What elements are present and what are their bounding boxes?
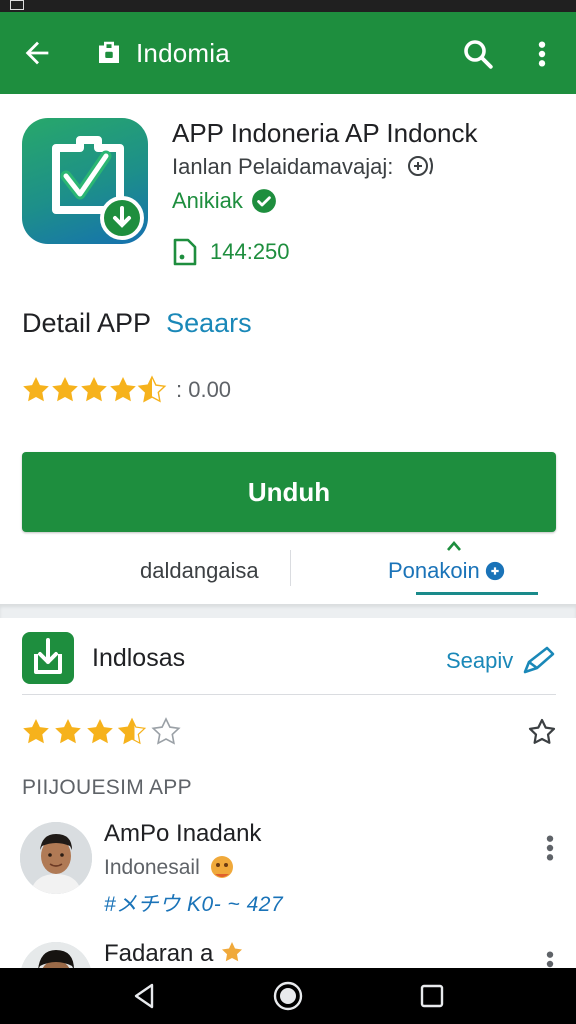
- review-meta: #メチウ K0- ~ 427: [104, 893, 284, 916]
- store-icon: [99, 41, 119, 63]
- detail-link[interactable]: Seaars: [166, 308, 252, 338]
- reviews-section: Indlosas Seapiv PIIJOUESIM APP AmPo Inad…: [0, 618, 576, 978]
- badge-icon: [222, 942, 243, 962]
- tab-badge-icon: [485, 561, 504, 581]
- more-vert-icon[interactable]: [540, 832, 560, 864]
- app-details-card: APP Indoneria AP Indonck Ianlan Pelaidam…: [0, 94, 576, 604]
- rate-stars-icon: [23, 717, 181, 745]
- rating-stars-icon: [23, 375, 167, 403]
- rating-value: : 0.00: [176, 377, 232, 402]
- section-icon: [22, 632, 74, 684]
- detail-heading: Detail APP Seaars: [22, 308, 252, 339]
- nav-home-icon[interactable]: [272, 980, 304, 1012]
- section-rule: [22, 694, 556, 695]
- section-link[interactable]: Seapiv: [446, 646, 555, 676]
- nav-back-icon[interactable]: [130, 982, 158, 1010]
- app-subtitle: Ianlan Pelaidamavajaj:: [172, 154, 436, 180]
- section-stars[interactable]: [22, 716, 186, 748]
- verified-icon: [252, 189, 276, 213]
- status-bar: [0, 0, 576, 12]
- tab-indicator: [416, 592, 538, 595]
- tab-right-label: Ponakoin: [388, 558, 480, 583]
- section-link-label: Seapiv: [446, 648, 514, 673]
- app-bar: Indomia: [0, 12, 576, 94]
- app-icon[interactable]: [22, 118, 148, 244]
- app-name: APP Indoneria AP Indonck: [172, 118, 478, 148]
- avatar[interactable]: [20, 822, 92, 894]
- info-icon[interactable]: [406, 154, 436, 178]
- file-size: 144:250: [210, 239, 290, 264]
- more-vert-icon[interactable]: [532, 38, 552, 70]
- section-divider: [0, 604, 576, 618]
- install-button[interactable]: Unduh: [22, 452, 556, 532]
- star-outline-icon[interactable]: [528, 718, 556, 746]
- file-size-icon: [173, 238, 197, 266]
- reviews-label: PIIJOUESIM APP: [22, 776, 192, 799]
- review-author-text: Fadaran a: [104, 940, 214, 967]
- tab-right[interactable]: Ponakoin: [388, 558, 506, 584]
- developer-row[interactable]: Anikiak: [172, 186, 277, 216]
- review-subtitle-text: Indonesail: [104, 856, 200, 879]
- app-logo-icon: [52, 136, 144, 240]
- app-subtitle-text: Ianlan Pelaidamavajaj:: [172, 154, 394, 179]
- detail-title: Detail APP: [22, 308, 151, 338]
- system-nav-bar: [0, 968, 576, 1024]
- review-item: AmPo Inadank Indonesail #メチウ K0- ~ 427: [0, 818, 576, 928]
- nav-recents-icon[interactable]: [420, 984, 444, 1008]
- review-subtitle: Indonesail: [104, 854, 238, 882]
- review-author: AmPo Inadank: [104, 820, 262, 847]
- rating-row: : 0.00: [22, 374, 231, 406]
- tab-divider: [290, 550, 291, 586]
- app-bar-title: Indomia: [136, 38, 230, 68]
- section-title: Indlosas: [92, 644, 186, 672]
- arrow-back-icon[interactable]: [20, 36, 54, 70]
- review-author: Fadaran a: [104, 940, 244, 968]
- tab-left[interactable]: daldangaisa: [140, 558, 259, 584]
- search-icon[interactable]: [460, 36, 496, 72]
- avatar-image: [20, 822, 92, 894]
- edit-icon: [523, 646, 555, 674]
- chevron-up-icon: [447, 541, 461, 551]
- detail-tabs: daldangaisa Ponakoin: [0, 541, 576, 600]
- developer-name[interactable]: Anikiak: [172, 188, 243, 214]
- emoji-icon: [210, 856, 233, 878]
- download-check-icon: [34, 638, 62, 674]
- notification-icon: [10, 0, 24, 10]
- size-row: 144:250: [172, 236, 290, 268]
